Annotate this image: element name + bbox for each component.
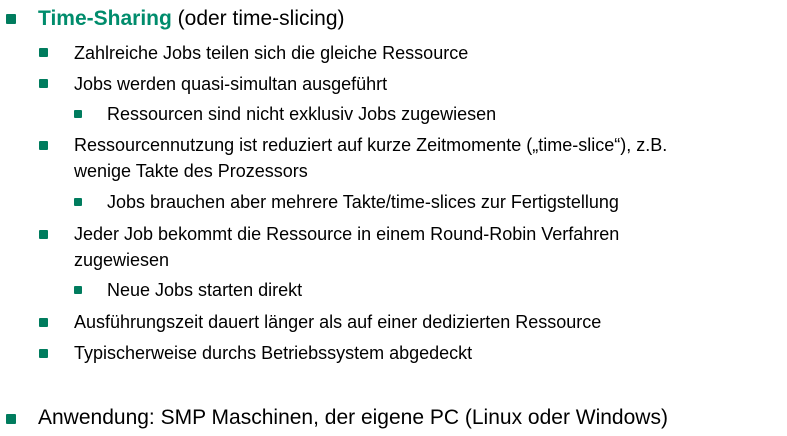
sub-list-item: Ressourcen sind nicht exklusiv Jobs zuge… (107, 104, 497, 124)
sub-list-item: Neue Jobs starten direkt (107, 280, 303, 300)
list-item: Zahlreiche Jobs teilen sich die gleiche … (74, 43, 469, 63)
bullet-square-icon (39, 141, 48, 150)
bullet-square-icon (39, 48, 48, 57)
bullet-square-icon (74, 286, 82, 294)
list-item-line: zugewiesen (74, 250, 170, 270)
list-item: Ausführungszeit dauert länger als auf ei… (74, 312, 602, 332)
list-item: Typischerweise durchs Betriebssystem abg… (74, 343, 473, 363)
slide: Time-Sharing (oder time-slicing) Zahlrei… (0, 0, 787, 436)
list-item: Jobs werden quasi-simultan ausgeführt (74, 74, 388, 94)
bullet-square-icon (6, 14, 16, 24)
heading-term: Time-Sharing (38, 7, 172, 30)
bullet-square-icon (74, 198, 82, 206)
bullet-square-icon (39, 349, 48, 358)
bullet-square-icon (6, 414, 16, 424)
bullet-square-icon (74, 110, 82, 118)
heading-suffix: (oder time-slicing) (171, 7, 345, 30)
bullet-square-icon (39, 230, 48, 239)
bullet-square-icon (39, 79, 48, 88)
sub-list-item: Jobs brauchen aber mehrere Takte/time-sl… (107, 192, 619, 212)
application-line: Anwendung: SMP Maschinen, der eigene PC … (38, 406, 668, 429)
heading-time-sharing: Time-Sharing (oder time-slicing) (38, 6, 345, 32)
bullet-square-icon (39, 318, 48, 327)
list-item-line: wenige Takte des Prozessors (74, 161, 308, 181)
list-item-line: Ressourcennutzung ist reduziert auf kurz… (74, 135, 668, 155)
list-item-line: Jeder Job bekommt die Ressource in einem… (74, 224, 620, 244)
